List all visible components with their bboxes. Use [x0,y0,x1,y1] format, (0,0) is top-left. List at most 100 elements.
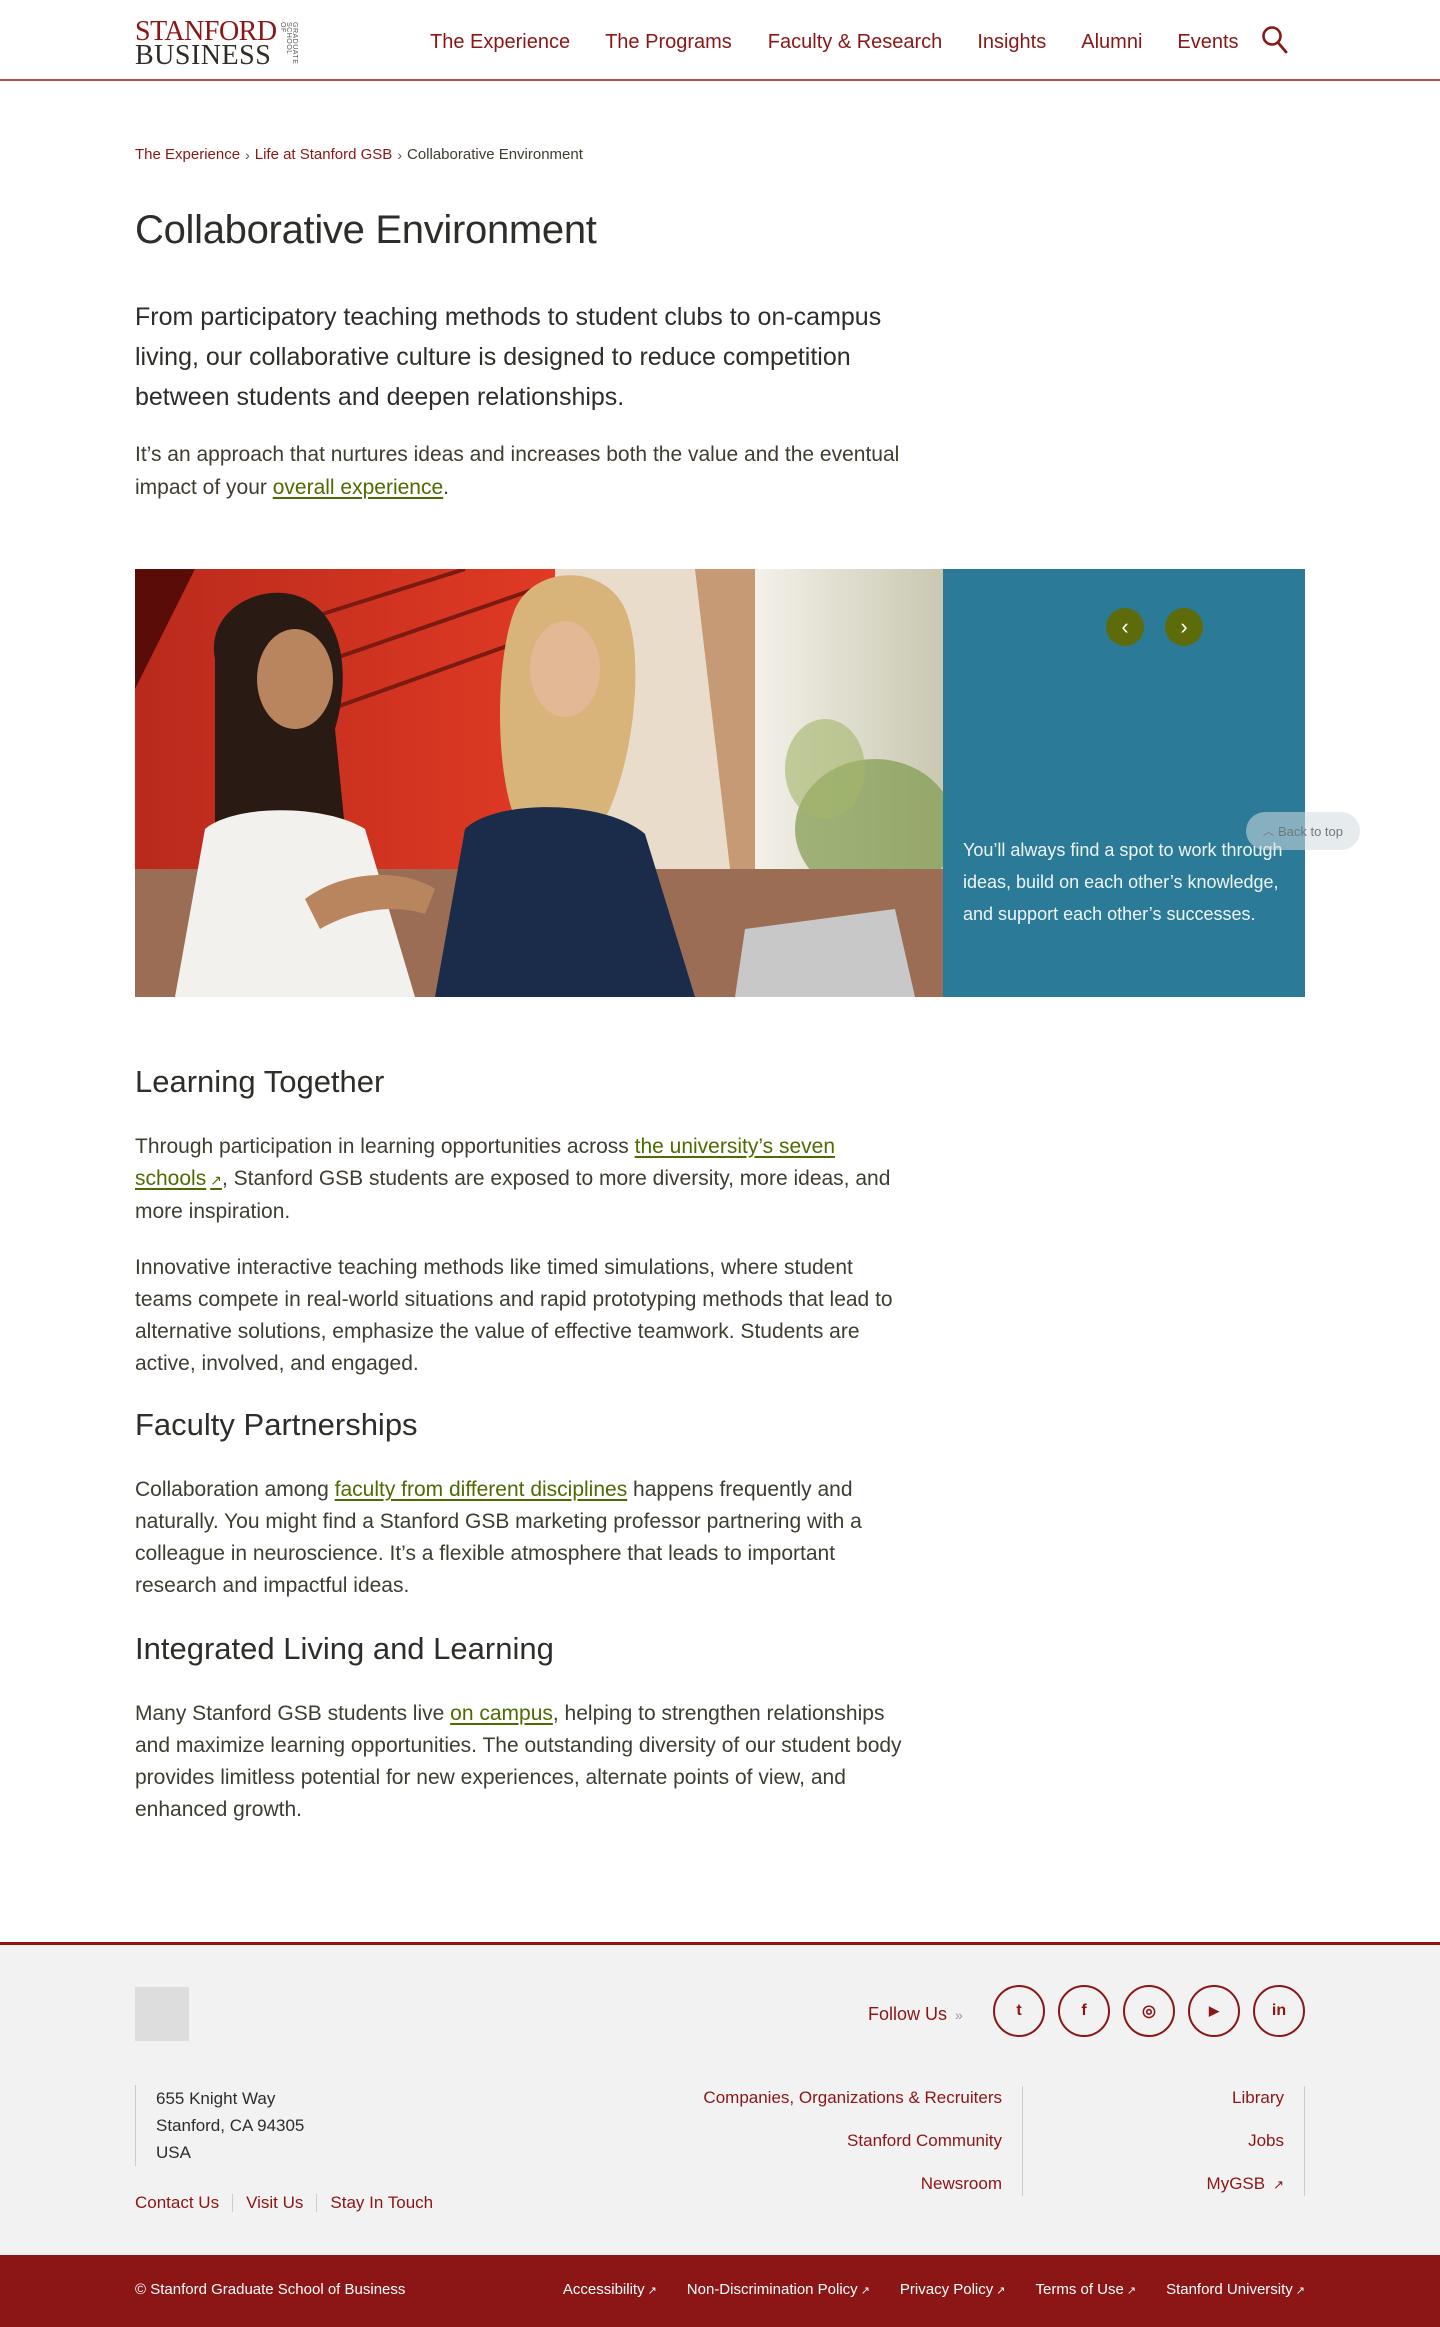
nav-events[interactable]: Events [1177,30,1238,54]
heading-learning-together: Learning Together [135,1064,385,1099]
heading-integrated-living: Integrated Living and Learning [135,1631,554,1666]
photo-carousel: ‹ › You’ll always find a spot to work th… [135,569,1305,997]
logo-side-text: GRADUATE SCHOOL OF [279,22,298,65]
twitter-icon: t [1016,2002,1022,2019]
youtube-icon: ▶ [1209,2003,1219,2018]
terms-of-use-link[interactable]: Terms of Use ↗ [1035,2281,1136,2298]
footer-links-column-middle: Companies, Organizations & Recruiters St… [660,2086,1023,2196]
faculty-disciplines-link[interactable]: faculty from different disciplines [335,1478,628,1501]
on-campus-link[interactable]: on campus [450,1702,553,1725]
breadcrumb-current: Collaborative Environment [406,146,583,163]
stay-in-touch-link[interactable]: Stay In Touch [330,2193,433,2213]
stanford-university-label: Stanford University [1166,2281,1293,2298]
address-line-1: 655 Knight Way [156,2089,276,2108]
privacy-policy-label: Privacy Policy [899,2281,994,2298]
living-text: Many Stanford GSB students live [135,1702,451,1725]
page-title: Collaborative Environment [135,208,597,252]
intro-paragraph: It’s an approach that nurtures ideas and… [135,438,905,504]
footer-address: 655 Knight Way Stanford, CA 94305 USA [135,2085,304,2166]
learning-paragraph-1: Through participation in learning opport… [135,1131,915,1228]
faculty-text: Collaboration among [135,1478,335,1501]
instagram-button[interactable]: ◎ [1123,1985,1175,2037]
nav-faculty-research[interactable]: Faculty & Research [768,30,943,54]
faculty-paragraph: Collaboration among faculty from differe… [135,1474,915,1602]
linkedin-icon: in [1271,2002,1287,2019]
intro-text: It’s an approach that nurtures ideas and… [135,443,900,499]
learning-text: Through participation in learning opport… [135,1135,635,1158]
breadcrumb-separator: › [245,146,250,163]
breadcrumb: The Experience › Life at Stanford GSB › … [135,146,583,163]
search-button[interactable] [1261,25,1289,55]
facebook-icon: f [1081,2002,1087,2019]
site-footer: Follow Us » t f ◎ ▶ in 655 Knight Way St… [0,1942,1440,2255]
footer-logo[interactable] [135,1987,189,2041]
stanford-gsb-logo[interactable]: STANFORD BUSINESS GRADUATE SCHOOL OF [135,18,305,71]
contact-us-link[interactable]: Contact Us [135,2193,219,2213]
linkedin-button[interactable]: in [1253,1985,1305,2037]
breadcrumb-life-at-gsb[interactable]: Life at Stanford GSB [255,146,393,163]
follow-us-label: Follow Us » [868,2004,963,2025]
site-header: STANFORD BUSINESS GRADUATE SCHOOL OF The… [0,0,1440,81]
accessibility-link[interactable]: Accessibility ↗ [563,2281,657,2298]
follow-us-text: Follow Us [868,2004,948,2024]
living-paragraph: Many Stanford GSB students live on campu… [135,1698,915,1826]
footer-contact-links: Contact Us Visit Us Stay In Touch [135,2193,433,2213]
mygsb-label: MyGSB [1206,2174,1266,2193]
external-link-icon: ↗ [1126,2285,1137,2297]
main-nav: The Experience The Programs Faculty & Re… [430,30,1274,54]
copyright: © Stanford Graduate School of Business [135,2281,406,2298]
chevron-up-icon: ︿ [1262,826,1274,838]
non-discrimination-label: Non-Discrimination Policy [686,2281,858,2298]
students-talking-illustration [135,569,943,997]
lead-paragraph: From participatory teaching methods to s… [135,303,882,411]
terms-of-use-label: Terms of Use [1035,2281,1124,2298]
external-link-icon: ↗ [1273,2177,1284,2192]
nav-alumni[interactable]: Alumni [1081,30,1142,54]
divider [316,2194,318,2212]
library-link[interactable]: Library [1040,2086,1284,2110]
back-to-top-label: Back to top [1277,823,1344,839]
external-link-icon: ↗ [647,2285,657,2297]
learning-paragraph-2: Innovative interactive teaching methods … [135,1256,893,1375]
external-link-icon: ↗ [1295,2285,1305,2297]
chevron-right-icon: › [1180,614,1188,639]
stanford-university-link[interactable]: Stanford University ↗ [1166,2281,1305,2298]
chevron-left-icon: ‹ [1121,614,1129,639]
external-link-icon: ↗ [210,1172,222,1188]
slide-caption: You’ll always find a spot to work throug… [963,840,1283,924]
twitter-button[interactable]: t [993,1985,1045,2037]
carousel-next-button[interactable]: › [1165,608,1203,646]
nav-insights[interactable]: Insights [977,30,1046,54]
slide-photo [135,569,943,997]
nav-the-programs[interactable]: The Programs [605,30,732,54]
overall-experience-link[interactable]: overall experience [273,476,443,499]
logo-line-2: BUSINESS [135,40,272,71]
instagram-icon: ◎ [1142,2003,1156,2020]
legal-links: Accessibility ↗ Non-Discrimination Policy… [533,2281,1305,2298]
logo-wordmark: STANFORD BUSINESS [135,18,277,71]
mygsb-link[interactable]: MyGSB ↗ [1040,2172,1284,2197]
intro-text-end: . [443,476,450,499]
privacy-policy-link[interactable]: Privacy Policy ↗ [900,2281,1006,2298]
youtube-button[interactable]: ▶ [1188,1985,1240,2037]
carousel-prev-button[interactable]: ‹ [1106,608,1144,646]
address-line-3: USA [156,2143,191,2162]
footer-bottom-bar: © Stanford Graduate School of Business A… [0,2255,1440,2327]
breadcrumb-the-experience[interactable]: The Experience [135,146,240,163]
search-icon [1262,26,1288,54]
non-discrimination-link[interactable]: Non-Discrimination Policy ↗ [687,2281,870,2298]
jobs-link[interactable]: Jobs [1040,2129,1284,2153]
stanford-community-link[interactable]: Stanford Community [660,2129,1002,2153]
learning-text-end: , Stanford GSB students are exposed to m… [135,1167,891,1223]
footer-links-column-right: Library Jobs MyGSB ↗ [1040,2086,1305,2196]
visit-us-link[interactable]: Visit Us [246,2193,303,2213]
facebook-button[interactable]: f [1058,1985,1110,2037]
recruiters-link[interactable]: Companies, Organizations & Recruiters [660,2086,1002,2110]
nav-the-experience[interactable]: The Experience [430,30,570,54]
address-line-2: Stanford, CA 94305 [156,2116,305,2135]
heading-faculty-partnerships: Faculty Partnerships [135,1407,418,1442]
divider [232,2194,234,2212]
newsroom-link[interactable]: Newsroom [660,2172,1002,2196]
back-to-top-button[interactable]: ︿ Back to top [1246,812,1360,850]
accessibility-label: Accessibility [562,2281,645,2298]
